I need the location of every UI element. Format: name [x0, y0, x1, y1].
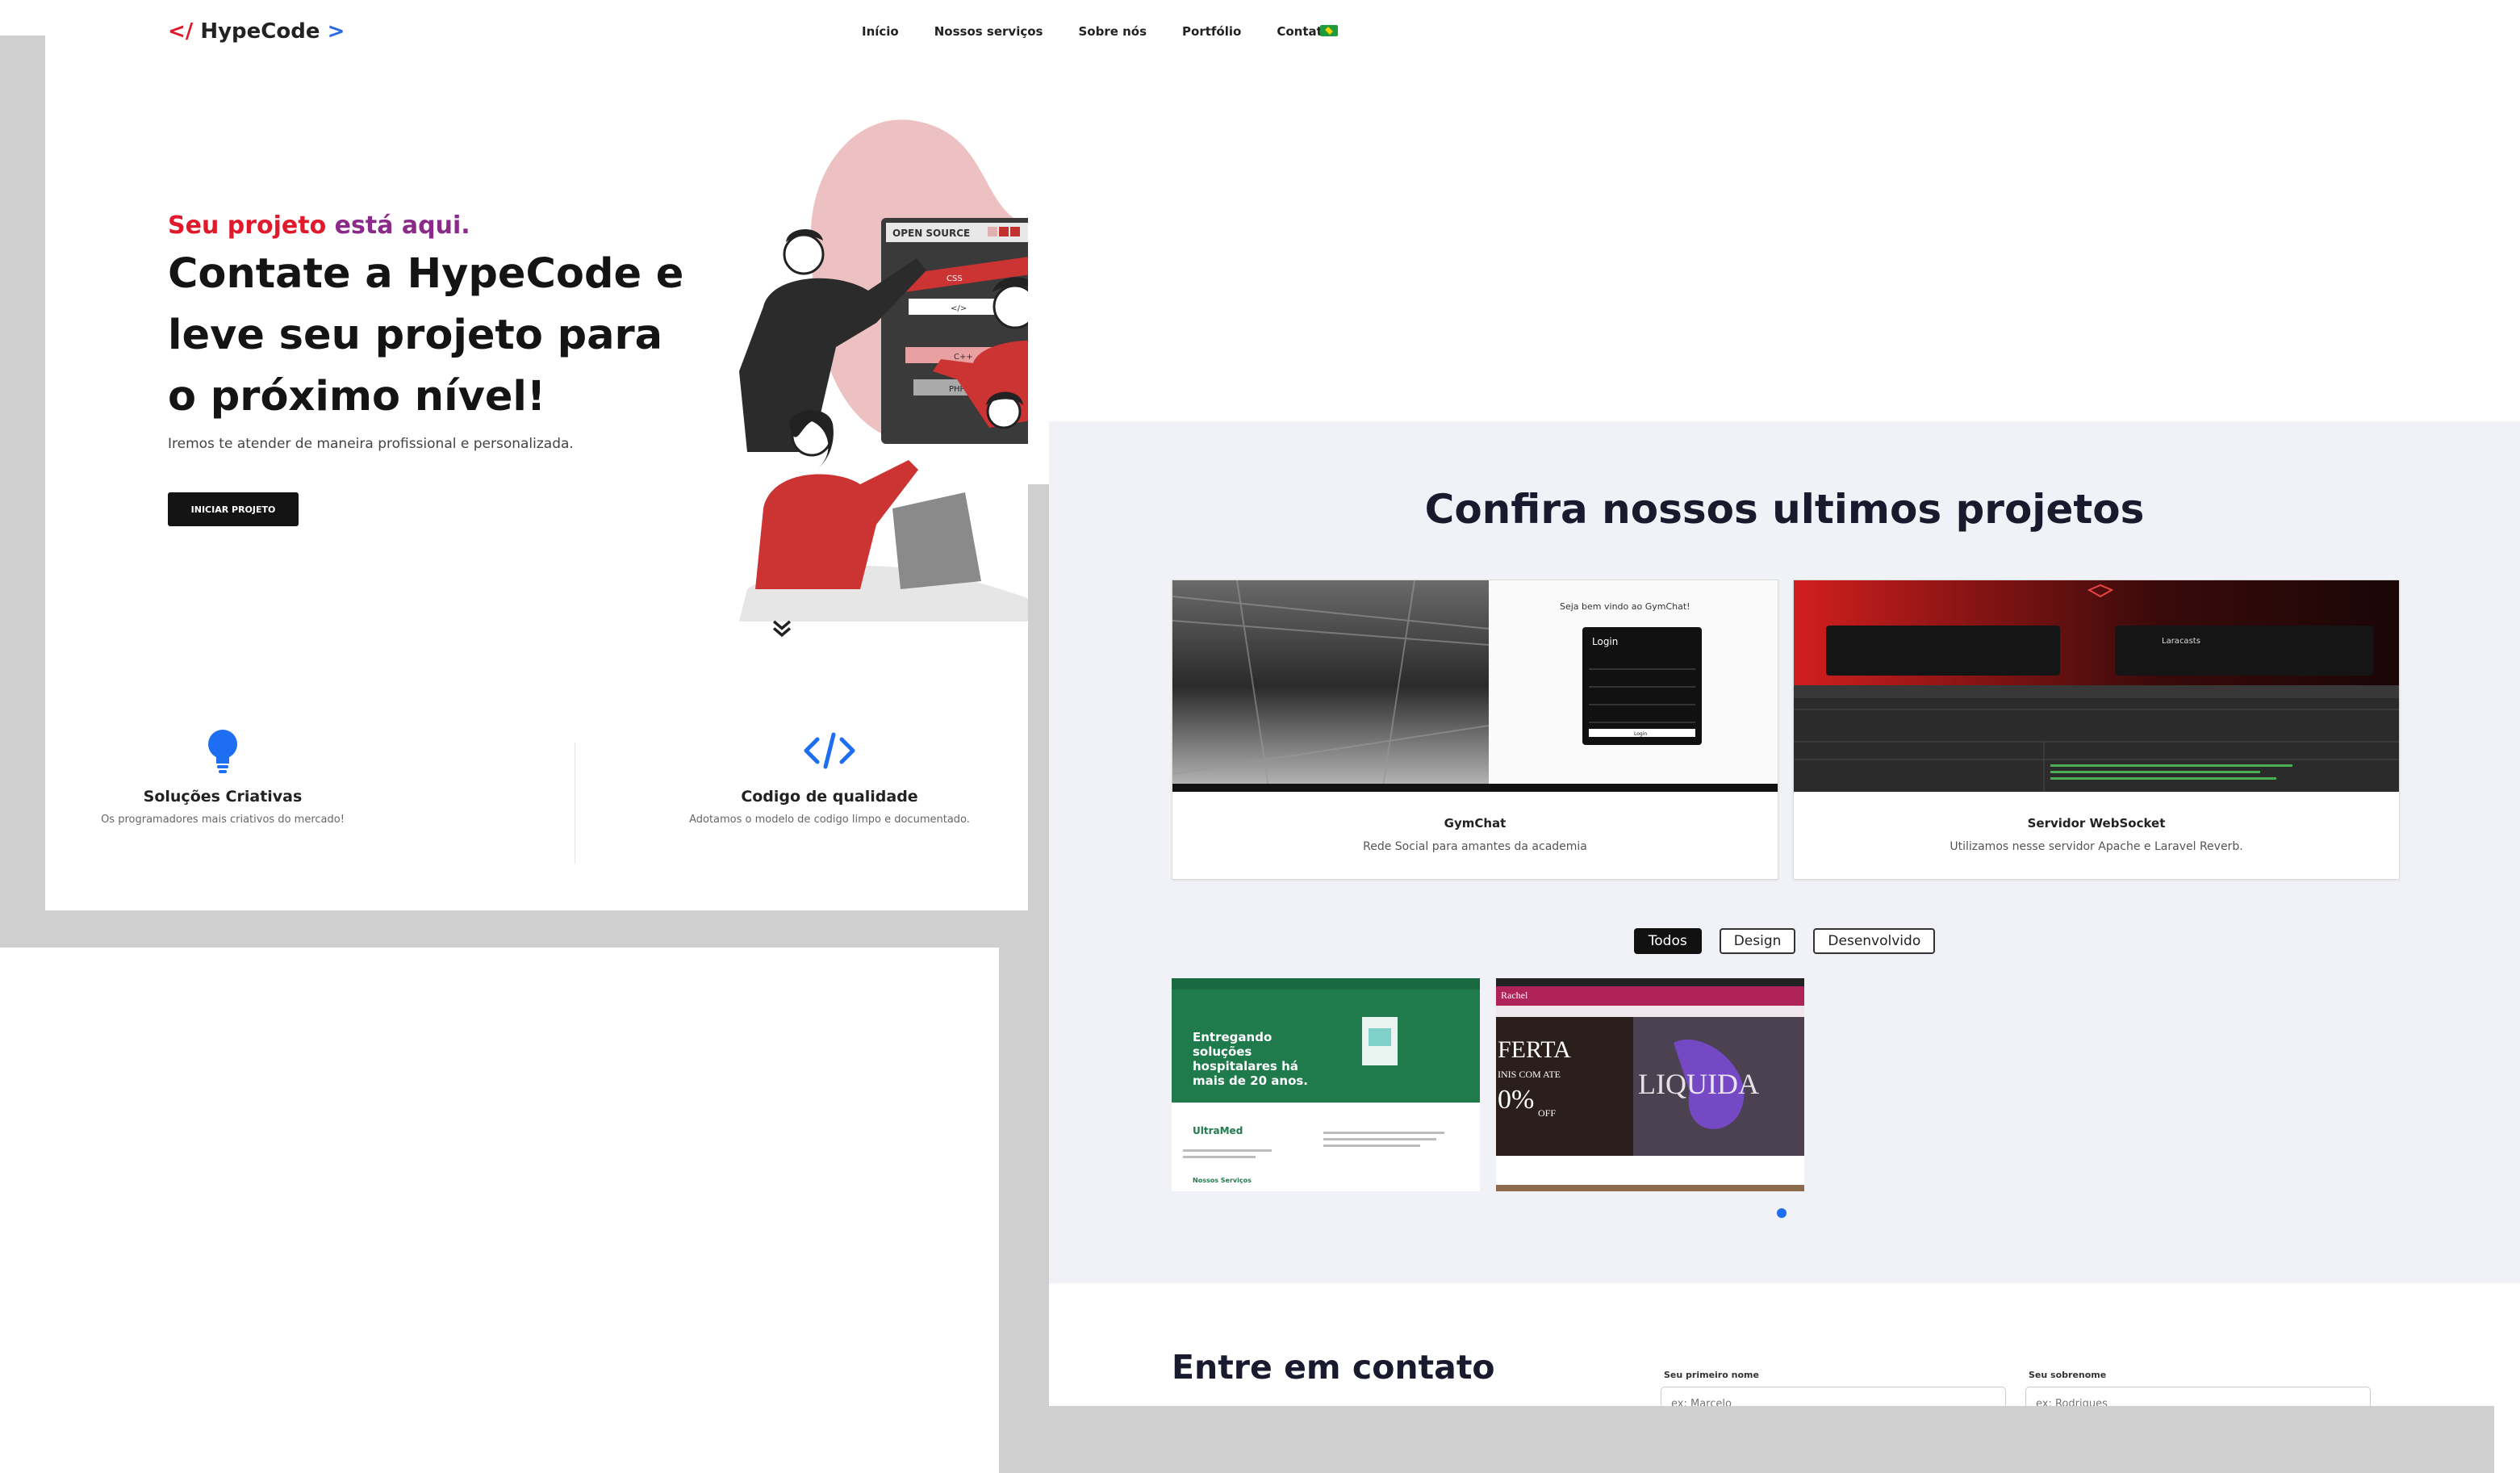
feature-description: Adotamos o modelo de codigo limpo e docu… [689, 814, 970, 826]
contact-title: Entre em contato [1172, 1348, 1495, 1387]
nav-link-inicio[interactable]: Início [862, 24, 899, 39]
logo-bracket-close: > [327, 19, 345, 44]
websocket-panel-label: Laracasts [2162, 637, 2200, 646]
illustration-code-label: </> [951, 304, 967, 313]
nav-link-portfolio[interactable]: Portfólio [1182, 24, 1241, 39]
last-name-input[interactable] [2026, 1387, 2370, 1406]
portfolio-thumb-rachel[interactable]: Rachel FERTA INIS COM ATE 0% OFF LIQUIDA [1496, 978, 1804, 1191]
main-nav: Início Nossos serviços Sobre nós Portfól… [862, 24, 1331, 39]
gymchat-login-button-label: Login [1634, 731, 1647, 737]
last-name-field[interactable] [2025, 1387, 2371, 1406]
last-name-label: Seu sobrenome [2029, 1370, 2107, 1380]
start-project-button[interactable]: INICIAR PROJETO [168, 492, 299, 526]
rachel-offer-1: FERTA [1498, 1036, 1571, 1063]
lightbulb-icon [45, 726, 400, 775]
feature-description: Os programadores mais criativos do merca… [101, 814, 345, 826]
project-title: GymChat [1444, 816, 1507, 831]
gymchat-login-label: Login [1592, 636, 1618, 647]
rachel-offer-2: INIS COM ATE [1498, 1069, 1561, 1080]
filter-all-button[interactable]: Todos [1633, 928, 1702, 954]
ultramed-headline: Entregando soluções hospitalares há mais… [1193, 1030, 1309, 1088]
code-icon [652, 726, 1007, 775]
project-description: Utilizamos nesse servidor Apache e Larav… [1950, 840, 2243, 853]
projects-section-title: Confira nossos ultimos projetos [1424, 486, 2145, 533]
first-name-field[interactable] [1661, 1387, 2006, 1406]
project-thumbnail: Seja bem vindo ao GymChat! Login Login [1172, 580, 1778, 792]
rachel-brand: Rachel [1501, 990, 1528, 1001]
ultramed-services: Nossos Serviços [1193, 1177, 1252, 1184]
site-logo[interactable]: </ HypeCode > [168, 19, 345, 44]
project-title: Servidor WebSocket [2027, 816, 2166, 831]
project-card-gymchat[interactable]: Seja bem vindo ao GymChat! Login Login G… [1172, 580, 1778, 880]
project-card-websocket[interactable]: Laracasts Servidor WebSocket Utilizamos … [1793, 580, 2400, 880]
portfolio-filter-bar: Todos Design Desenvolvido [1049, 928, 2520, 954]
hero-kicker-part1: Seu projeto [168, 211, 327, 240]
projects-screenshot: Confira nossos ultimos projetos Seja bem… [1049, 421, 2520, 1406]
feature-title: Codigo de qualidade [741, 788, 918, 806]
window-title-label: OPEN SOURCE [892, 228, 970, 239]
ultramed-brand: UltraMed [1193, 1125, 1243, 1136]
filter-design-button[interactable]: Design [1719, 928, 1796, 954]
illustration-cpp-label: C++ [954, 353, 973, 362]
hero-kicker: Seu projeto está aqui. [168, 211, 470, 240]
first-name-label: Seu primeiro nome [1664, 1370, 1759, 1380]
project-thumbnail: Laracasts [1794, 580, 2399, 792]
rachel-offer-5: LIQUIDA [1638, 1068, 1759, 1100]
gymchat-welcome-text: Seja bem vindo ao GymChat! [1560, 601, 1690, 612]
carousel-dot-active[interactable] [1777, 1208, 1787, 1218]
filter-developed-button[interactable]: Desenvolvido [1813, 928, 1936, 954]
team-coding-illustration: OPEN SOURCE CSS </> C++ PHP [739, 119, 1028, 621]
rachel-offer-3: 0% [1498, 1085, 1535, 1115]
feature-quality-code: Codigo de qualidade Adotamos o modelo de… [652, 726, 1007, 826]
hero-subtitle: Iremos te atender de maneira profissiona… [168, 436, 574, 452]
illustration-css-label: CSS [947, 274, 963, 283]
feature-title: Soluções Criativas [143, 788, 303, 806]
rachel-offer-4: OFF [1538, 1107, 1557, 1119]
nav-link-sobre[interactable]: Sobre nós [1078, 24, 1147, 39]
logo-bracket-open: </ [168, 19, 194, 44]
feature-creative-solutions: Soluções Criativas Os programadores mais… [45, 726, 400, 826]
brazil-flag-icon[interactable] [1320, 25, 1338, 36]
portfolio-thumb-ultramed[interactable]: Entregando soluções hospitalares há mais… [1172, 978, 1480, 1191]
nav-link-servicos[interactable]: Nossos serviços [934, 24, 1043, 39]
first-name-input[interactable] [1661, 1387, 2005, 1406]
project-description: Rede Social para amantes da academia [1363, 840, 1587, 853]
hero-screenshot: </ HypeCode > Seu projeto está aqui. Con… [45, 0, 1028, 910]
logo-text: HypeCode [200, 19, 320, 44]
hero-title: Contate a HypeCode e leve seu projeto pa… [168, 250, 684, 421]
scroll-down-chevron-icon[interactable] [768, 613, 796, 641]
hero-kicker-part2: está aqui. [334, 211, 470, 240]
